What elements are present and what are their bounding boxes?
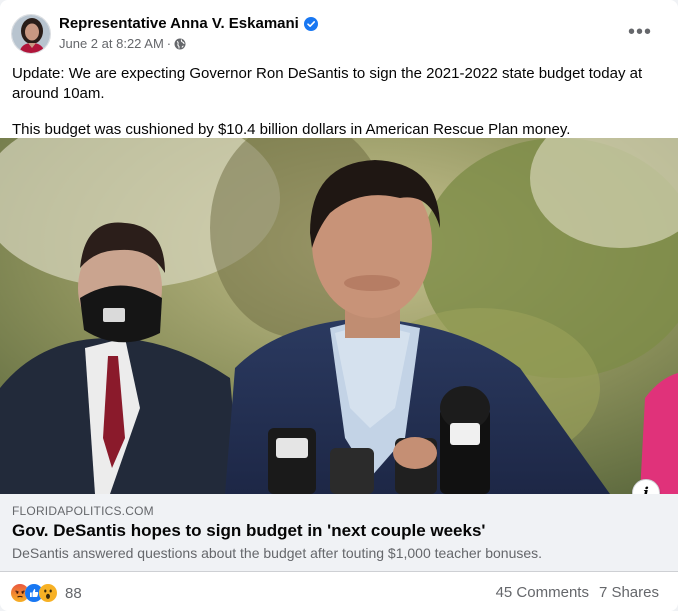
link-preview-image[interactable] <box>0 138 678 494</box>
globe-icon[interactable] <box>174 38 186 50</box>
comments-count[interactable]: 45 Comments <box>496 584 589 601</box>
engagement-bar: 88 45 Comments 7 Shares <box>0 572 678 611</box>
post-text-line-2: This budget was cushioned by $10.4 billi… <box>12 121 571 138</box>
meta-separator: · <box>166 36 172 51</box>
link-description: DeSantis answered questions about the bu… <box>12 545 543 561</box>
post-card: Representative Anna V. Eskamani June 2 a… <box>0 0 678 611</box>
link-headline[interactable]: Gov. DeSantis hopes to sign budget in 'n… <box>12 521 485 541</box>
wow-reaction-icon <box>39 584 57 602</box>
post-header: Representative Anna V. Eskamani June 2 a… <box>0 0 678 62</box>
link-preview-meta[interactable]: FLORIDAPOLITICS.COM Gov. DeSantis hopes … <box>0 494 678 572</box>
shares-count[interactable]: 7 Shares <box>599 584 659 601</box>
link-domain: FLORIDAPOLITICS.COM <box>12 504 154 518</box>
verified-badge-icon <box>303 16 318 31</box>
post-text: Update: We are expecting Governor Ron De… <box>12 64 662 140</box>
more-options-icon[interactable]: ••• <box>622 20 658 44</box>
author-name-row: Representative Anna V. Eskamani <box>59 15 318 32</box>
engagement-counts: 45 Comments 7 Shares <box>496 584 659 601</box>
post-meta: June 2 at 8:22 AM · <box>59 36 186 51</box>
author-avatar[interactable] <box>11 14 51 54</box>
post-text-line-1: Update: We are expecting Governor Ron De… <box>12 65 643 102</box>
reaction-count[interactable]: 88 <box>65 585 82 602</box>
author-name[interactable]: Representative Anna V. Eskamani <box>59 15 299 32</box>
post-timestamp[interactable]: June 2 at 8:22 AM <box>59 36 164 51</box>
reactions-summary[interactable]: 88 <box>11 583 82 603</box>
